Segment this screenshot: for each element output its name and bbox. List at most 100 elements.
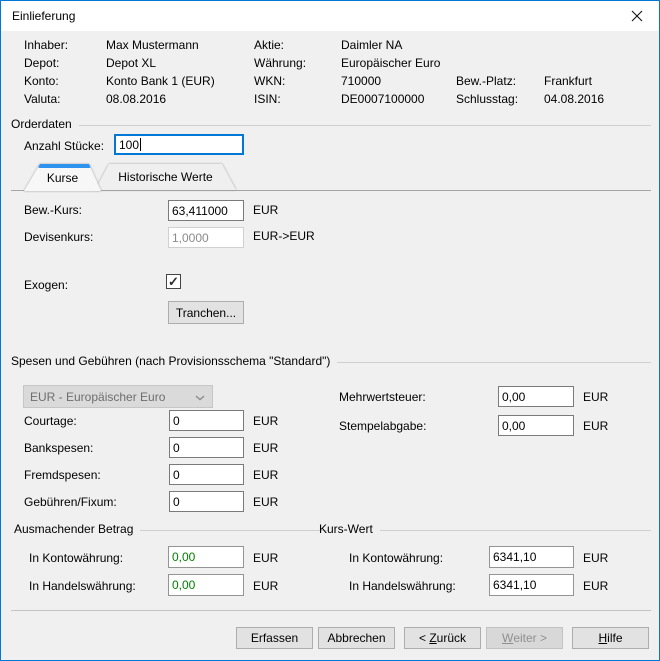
close-icon: [631, 10, 643, 22]
group-divider-line: [337, 362, 651, 363]
spesen-group-header: Spesen und Gebühren (nach Provisionssche…: [11, 354, 651, 368]
kw-kontowaehrung-unit: EUR: [583, 551, 608, 566]
zurueck-label-key: Z: [429, 631, 436, 645]
valuta-label: Valuta:: [24, 92, 60, 107]
zurueck-button[interactable]: < Zurück: [404, 627, 481, 649]
mehrwertsteuer-label: Mehrwertsteuer:: [339, 390, 426, 405]
exogen-checkbox[interactable]: ✓: [166, 274, 181, 289]
fremdspesen-input[interactable]: 0: [169, 464, 244, 485]
orderdaten-group-header: Orderdaten: [11, 117, 651, 131]
close-button[interactable]: [614, 1, 659, 31]
konto-label: Konto:: [24, 74, 59, 89]
kw-handelswaehrung-value: 6341,10: [493, 578, 536, 592]
tab-kurse-shape: Kurse: [24, 164, 101, 191]
check-icon: ✓: [168, 275, 179, 288]
anzahl-stuecke-label: Anzahl Stücke:: [24, 139, 104, 154]
ab-handelswaehrung-unit: EUR: [253, 579, 278, 594]
tab-historische-werte-shape: Historische Werte: [95, 164, 236, 190]
group-divider-line: [140, 530, 329, 531]
einlieferung-dialog: Einlieferung Inhaber: Max Mustermann Akt…: [0, 0, 660, 661]
title-bar: Einlieferung: [1, 1, 659, 31]
kurs-wert-group-label: Kurs-Wert: [319, 522, 373, 536]
mehrwertsteuer-value: 0,00: [502, 390, 525, 404]
bew-kurs-value: 63,411000: [172, 204, 228, 218]
bankspesen-input[interactable]: 0: [169, 437, 244, 458]
kw-handelswaehrung-label: In Handelswährung:: [349, 579, 456, 594]
active-tab-accent: [38, 164, 91, 168]
devisenkurs-unit: EUR->EUR: [253, 229, 315, 244]
courtage-value: 0: [173, 414, 180, 428]
ab-handelswaehrung-value: 0,00: [172, 578, 195, 592]
courtage-input[interactable]: 0: [169, 410, 244, 431]
inhaber-value: Max Mustermann: [106, 38, 199, 53]
ab-kontowaehrung-field: 0,00: [168, 546, 244, 568]
window-title: Einlieferung: [12, 9, 75, 23]
ausmachender-betrag-group-header: Ausmachender Betrag: [14, 522, 329, 536]
isin-value: DE0007100000: [341, 92, 424, 107]
anzahl-stuecke-value: 100: [119, 138, 139, 152]
bankspesen-unit: EUR: [253, 441, 278, 456]
zurueck-label-post: urück: [437, 631, 466, 645]
fremdspesen-unit: EUR: [253, 468, 278, 483]
schlusstag-value: 04.08.2016: [544, 92, 604, 107]
bew-kurs-label: Bew.-Kurs:: [24, 203, 82, 218]
bankspesen-label: Bankspesen:: [24, 441, 93, 456]
tab-historische-werte[interactable]: Historische Werte: [95, 164, 236, 190]
hilfe-label-post: ilfe: [607, 631, 622, 645]
weiter-label-key: W: [502, 631, 513, 645]
hilfe-button[interactable]: Hilfe: [572, 627, 649, 649]
ab-handelswaehrung-field: 0,00: [168, 574, 244, 596]
stempelabgabe-input[interactable]: 0,00: [498, 415, 574, 436]
text-cursor: [140, 138, 141, 151]
gebuehren-fixum-input[interactable]: 0: [169, 491, 244, 512]
wkn-value: 710000: [341, 74, 381, 89]
mehrwertsteuer-input[interactable]: 0,00: [498, 386, 574, 407]
abbrechen-button[interactable]: Abbrechen: [318, 627, 395, 649]
schlusstag-label: Schlusstag:: [456, 92, 518, 107]
fremdspesen-label: Fremdspesen:: [24, 468, 101, 483]
bankspesen-value: 0: [173, 441, 180, 455]
erfassen-button[interactable]: Erfassen: [236, 627, 313, 649]
orderdaten-group-label: Orderdaten: [11, 117, 72, 131]
kw-kontowaehrung-field: 6341,10: [489, 546, 574, 568]
depot-value: Depot XL: [106, 56, 156, 71]
anzahl-stuecke-input[interactable]: 100: [114, 134, 244, 155]
kurs-wert-group-header: Kurs-Wert: [319, 522, 651, 536]
inhaber-label: Inhaber:: [24, 38, 68, 53]
zurueck-label-pre: <: [419, 631, 429, 645]
gebuehren-fixum-label: Gebühren/Fixum:: [24, 495, 117, 510]
spesen-group-label: Spesen und Gebühren (nach Provisionssche…: [11, 354, 330, 368]
group-divider-line: [380, 530, 651, 531]
ausmachender-betrag-group-label: Ausmachender Betrag: [14, 522, 133, 536]
waehrung-label: Währung:: [254, 56, 306, 71]
valuta-value: 08.08.2016: [106, 92, 166, 107]
tranchen-button[interactable]: Tranchen...: [168, 301, 244, 324]
isin-label: ISIN:: [254, 92, 281, 107]
bew-platz-label: Bew.-Platz:: [456, 74, 516, 89]
footer-divider-line: [11, 610, 651, 611]
aktie-label: Aktie:: [254, 38, 284, 53]
stempelabgabe-value: 0,00: [502, 419, 525, 433]
hilfe-label-key: H: [598, 631, 607, 645]
kw-kontowaehrung-label: In Kontowährung:: [349, 551, 443, 566]
depot-label: Depot:: [24, 56, 59, 71]
waehrung-value: Europäischer Euro: [341, 56, 440, 71]
tab-historische-werte-label: Historische Werte: [118, 170, 212, 184]
wkn-label: WKN:: [254, 74, 285, 89]
tab-kurse[interactable]: Kurse: [24, 164, 101, 191]
ab-kontowaehrung-unit: EUR: [253, 551, 278, 566]
devisenkurs-value: 1,0000: [172, 231, 209, 245]
kw-handelswaehrung-unit: EUR: [583, 579, 608, 594]
bew-kurs-input[interactable]: 63,411000: [168, 200, 244, 221]
tab-strip-baseline: [11, 190, 651, 191]
chevron-down-icon: [195, 395, 205, 401]
devisenkurs-input: 1,0000: [168, 227, 244, 248]
konto-value: Konto Bank 1 (EUR): [106, 74, 215, 89]
courtage-label: Courtage:: [24, 414, 77, 429]
group-divider-line: [79, 125, 651, 126]
aktie-value: Daimler NA: [341, 38, 402, 53]
bew-kurs-unit: EUR: [253, 203, 278, 218]
currency-select: EUR - Europäischer Euro: [23, 385, 213, 408]
kw-handelswaehrung-field: 6341,10: [489, 574, 574, 596]
weiter-button: Weiter >: [486, 627, 563, 649]
